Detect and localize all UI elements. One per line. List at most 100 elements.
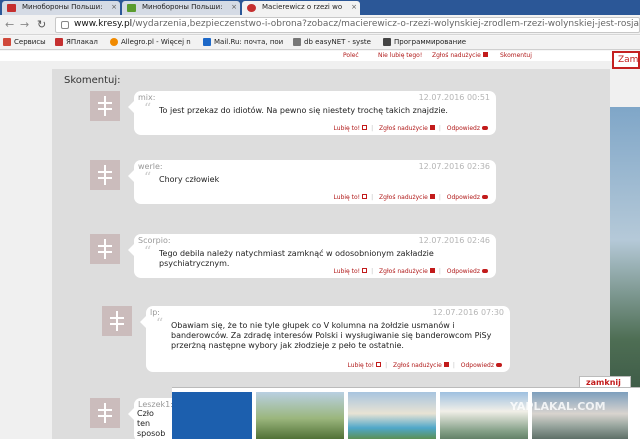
comments-heading: Skomentuj: [64,75,121,86]
tab-title: Минобороны Польши: [142,3,223,11]
flag-icon [429,194,435,199]
favicon-icon [7,4,16,12]
report-button[interactable]: Zgłoś nadużycie [393,362,449,369]
reply-button[interactable]: Odpowiedz [447,268,488,275]
speech-bubble-icon [496,363,502,367]
reload-icon[interactable]: ↻ [37,18,46,31]
recommend-link[interactable]: Poleć [343,52,359,59]
bookmark-label: Сервисы [14,38,46,46]
comment-actions: Lubię to! | Zgłoś nadużycie | Odpowiedz [334,125,488,132]
bookmark-favicon-icon [203,38,211,46]
tab-title: Macierewicz o rzezi wo [262,3,343,11]
bookmark-label: Allegro.pl - Więcej n [121,38,191,46]
zam-button[interactable]: Zam [612,51,640,69]
thumb-up-icon [362,194,368,199]
url-path: /wydarzenia,bezpieczenstwo-i-obrona?zoba… [132,19,640,29]
bookmark-item[interactable]: db easyNET - syste [293,38,371,46]
watermark: YAPLAKAL.COM [510,400,606,413]
comment-text: Tego debila należy natychmiast zamknąć w… [159,249,434,268]
tab-title: Минобороны Польши: [22,3,103,11]
like-button[interactable]: Lubię to! [348,362,382,369]
close-tab-icon[interactable]: × [111,3,117,11]
bookmark-folder-icon [383,38,391,46]
comment-box: werle: 12.07.2016 02:36 “ Chory człowiek… [128,160,496,204]
comment-actions: Lubię to! | Zgłoś nadużycie | Odpowiedz [348,362,502,369]
thumb-up-icon [376,362,382,367]
like-button[interactable]: Lubię to! [334,125,368,132]
browser-tab[interactable]: Минобороны Польши: × [122,1,240,15]
comment-box: mix: 12.07.2016 00:51 “ To jest przekaz … [128,91,496,135]
forward-icon[interactable]: → [20,18,29,31]
comment-date: 12.07.2016 00:51 [418,93,490,102]
reply-button[interactable]: Odpowiedz [447,125,488,132]
bookmark-item[interactable]: Mail.Ru: почта, пои [203,38,283,46]
comments-section: Skomentuj: mix: 12.07.2016 00:51 “ To je… [52,69,610,439]
comment-text: To jest przekaz do idiotów. Na pewno się… [159,106,448,115]
comment-author: Leszek1: [138,400,173,409]
comment-link[interactable]: Skomentuj [500,52,532,59]
comment-date: 12.07.2016 02:36 [418,162,490,171]
report-button[interactable]: Zgłoś nadużycie [379,268,435,275]
favicon-icon [127,4,136,12]
article-actions-strip: Poleć Nie lubię tego! Zgłoś nadużycie Sk… [0,51,640,61]
ad-photo [348,392,436,439]
reply-button[interactable]: Odpowiedz [461,362,502,369]
speech-bubble-icon [482,269,488,273]
report-button[interactable]: Zgłoś nadużycie [379,125,435,132]
like-button[interactable]: Lubię to! [334,268,368,275]
avatar [90,234,120,264]
comment-author: Scorpio: [138,236,171,245]
bookmarks-bar: Сервисы ЯПлакал Allegro.pl - Więcej n Ma… [0,36,640,50]
comment-date: 12.07.2016 07:30 [432,308,504,317]
report-link[interactable]: Zgłoś nadużycie [432,52,488,59]
quote-icon: “ [144,170,152,186]
bookmark-favicon-icon [110,38,118,46]
comment-box-reply: lp: 12.07.2016 07:30 “ Obawiam się, że t… [140,306,510,372]
speech-bubble-icon [482,195,488,199]
browser-tab[interactable]: Минобороны Польши: × [2,1,120,15]
bookmark-item[interactable]: Allegro.pl - Więcej n [110,38,191,46]
bookmark-item[interactable]: Сервисы [3,38,46,46]
browser-toolbar: ← → ↻ www.kresy.pl/wydarzenia,bezpieczen… [0,15,640,35]
bookmark-label: ЯПлакал [66,38,98,46]
ad-logo-panel [172,392,252,439]
bookmark-label: Программирование [394,38,467,46]
flag-icon [429,125,435,130]
reply-button[interactable]: Odpowiedz [447,194,488,201]
dislike-link[interactable]: Nie lubię tego! [378,52,422,59]
address-bar[interactable]: www.kresy.pl/wydarzenia,bezpieczenstwo-i… [55,17,640,33]
bookmark-item[interactable]: ЯПлакал [55,38,98,46]
close-tab-icon[interactable]: × [351,3,357,11]
browser-tab-bar: Минобороны Польши: × Минобороны Польши: … [0,0,640,15]
browser-tab-active[interactable]: Macierewicz o rzezi wo × [242,1,360,15]
close-tab-icon[interactable]: × [231,3,237,11]
comment-actions: Lubię to! | Zgłoś nadużycie | Odpowiedz [334,194,488,201]
page-info-icon[interactable] [61,21,69,29]
bookmark-item[interactable]: Программирование [383,38,466,46]
avatar [90,160,120,190]
thumb-up-icon [362,125,368,130]
ad-banner[interactable]: YAPLAKAL.COM [172,387,640,439]
url-host: www.kresy.pl [74,19,133,29]
comment-box: Scorpio: 12.07.2016 02:46 “ Tego debila … [128,234,496,278]
web-page: Poleć Nie lubię tego! Zgłoś nadużycie Sk… [0,51,640,439]
comment-text: Chory człowiek [159,175,220,184]
apps-icon [3,38,11,46]
bookmark-folder-icon [293,38,301,46]
quote-icon: “ [144,244,152,260]
comment-text: Czło ten sposob przygotow [137,409,166,438]
bookmark-favicon-icon [55,38,63,46]
bookmark-label: db easyNET - syste [304,38,371,46]
comment-actions: Lubię to! | Zgłoś nadużycie | Odpowiedz [334,268,488,275]
report-button[interactable]: Zgłoś nadużycie [379,194,435,201]
ad-photo [256,392,344,439]
avatar [90,398,120,428]
like-button[interactable]: Lubię to! [334,194,368,201]
speech-bubble-icon [482,126,488,130]
back-icon[interactable]: ← [5,18,14,31]
quote-icon: “ [144,101,152,117]
flag-icon [429,268,435,273]
avatar [102,306,132,336]
avatar [90,91,120,121]
favicon-icon [247,4,256,12]
